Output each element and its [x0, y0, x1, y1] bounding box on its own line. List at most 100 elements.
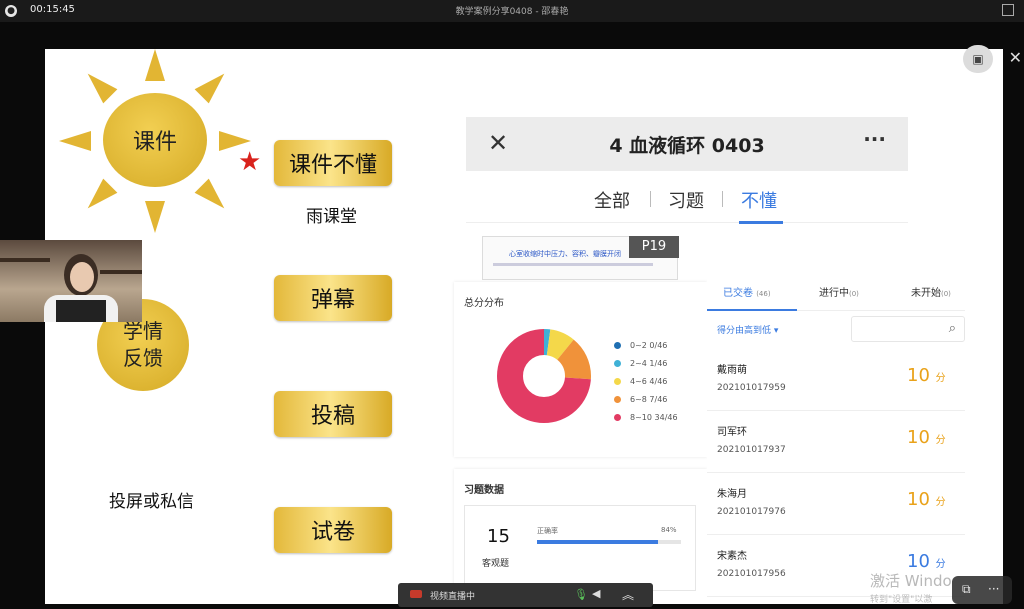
camera-icon[interactable]: [410, 590, 422, 598]
danmu-button[interactable]: 弹幕: [274, 275, 392, 321]
lesson-title: 4 血液循环 0403: [609, 135, 765, 157]
legend-label: 8~10 34/46: [630, 412, 678, 422]
student-row[interactable]: 司军环 202101017937 10 分: [707, 411, 965, 473]
legend-dot: [614, 341, 621, 349]
rain-classroom-label: 雨课堂: [306, 207, 357, 227]
student-name: 宋素杰: [717, 551, 747, 562]
score-distribution-card: 总分分布 0~2 0/46 2~4 1/46 4~6 4/46 6~8 7/46…: [454, 282, 707, 457]
sun-courseware: 课件: [53, 49, 257, 233]
close-icon[interactable]: ✕: [1009, 48, 1022, 67]
score-unit: 分: [935, 559, 946, 570]
student-id: 202101017959: [717, 383, 786, 393]
fullscreen-icon[interactable]: [1002, 4, 1014, 16]
exercise-title: 习题数据: [464, 485, 504, 496]
student-score: 10 分: [907, 365, 946, 386]
search-input[interactable]: ⌕: [851, 316, 965, 342]
student-score: 10 分: [907, 427, 946, 448]
meeting-top-bar: ● 00:15:45 教学案例分享0408 - 邵春艳: [0, 0, 1024, 22]
exam-button[interactable]: 试卷: [274, 507, 392, 553]
student-score: 10 分: [907, 489, 946, 510]
sun-ray: [145, 49, 165, 81]
sort-dropdown[interactable]: 得分由高到低 ▾: [717, 323, 778, 336]
cast-label: 投屏或私信: [109, 492, 194, 512]
tab-submitted[interactable]: 已交卷 (46): [723, 284, 771, 299]
tab-exercises[interactable]: 习题: [668, 187, 704, 213]
microphone-icon[interactable]: 🎙: [574, 588, 588, 601]
thumbnail-text: 心室收缩时中压力、容积、瓣膜开闭: [509, 250, 621, 258]
legend-item: 2~4 1/46: [614, 354, 678, 372]
student-id: 202101017937: [717, 445, 786, 455]
more-icon[interactable]: ···: [863, 127, 886, 151]
legend-dot: [614, 377, 621, 385]
student-score: 10 分: [907, 551, 946, 572]
accuracy-bar-fill: [537, 540, 658, 544]
legend-label: 0~2 0/46: [630, 340, 668, 350]
tab-label: 未开始: [911, 288, 941, 299]
thumbnail-line: [493, 263, 653, 266]
student-name: 戴雨萌: [717, 365, 747, 376]
student-list-panel: 已交卷 (46) 进行中(0) 未开始(0) 得分由高到低 ▾ ⌕ 戴雨萌 20…: [707, 271, 965, 604]
legend-label: 6~8 7/46: [630, 394, 668, 404]
phone-header: ✕ 4 血液循环 0403 ···: [466, 117, 908, 171]
bookshelf: [100, 270, 142, 274]
meeting-title: 教学案例分享0408 - 邵春艳: [455, 7, 569, 17]
legend-dot: [614, 413, 621, 421]
presenter-face: [70, 262, 94, 292]
tab-not-started[interactable]: 未开始(0): [911, 284, 951, 299]
score-value: 10: [907, 551, 930, 572]
sun-ray: [80, 178, 118, 216]
student-row[interactable]: 朱海月 202101017976 10 分: [707, 473, 965, 535]
bookshelf: [0, 258, 50, 262]
activation-watermark-sub: 转到"设置"以激: [870, 595, 933, 605]
presenter-webcam[interactable]: [0, 240, 142, 322]
star-icon: ★: [238, 147, 262, 177]
student-row[interactable]: 戴雨萌 202101017959 10 分: [707, 349, 965, 411]
courseware-question-button[interactable]: 课件不懂: [274, 140, 392, 186]
sun-label-line1: 学情: [123, 319, 163, 343]
legend-item: 0~2 0/46: [614, 336, 678, 354]
more-icon[interactable]: ···: [988, 582, 999, 596]
speaker-icon[interactable]: ◀: [592, 587, 600, 600]
submit-button[interactable]: 投稿: [274, 391, 392, 437]
filter-tabs: 全部 习题 不懂: [466, 177, 908, 223]
legend-label: 2~4 1/46: [630, 358, 668, 368]
presenter-vest: [56, 300, 106, 322]
live-status: 视频直播中: [430, 592, 476, 602]
tab-count: (46): [756, 290, 771, 298]
accuracy-label: 正确率: [537, 527, 558, 535]
tab-label: 已交卷: [723, 288, 753, 299]
score-unit: 分: [935, 373, 946, 384]
objective-count: 15: [487, 526, 510, 547]
tab-divider: [650, 191, 651, 207]
legend-item: 4~6 4/46: [614, 372, 678, 390]
presentation-slide: 课件 学情 反馈 ★ 课件不懂 雨课堂 弹幕 投稿 投屏或私信 试卷 ✕ 4 血…: [45, 49, 1003, 604]
student-id: 202101017976: [717, 507, 786, 517]
student-name: 朱海月: [717, 489, 747, 500]
student-name: 司军环: [717, 427, 747, 438]
screen-share-icon[interactable]: ⧉: [962, 582, 971, 597]
tab-not-understood[interactable]: 不懂: [741, 187, 777, 213]
tab-in-progress[interactable]: 进行中(0): [819, 284, 859, 299]
chart-legend: 0~2 0/46 2~4 1/46 4~6 4/46 6~8 7/46 8~10…: [614, 336, 678, 426]
exercise-stats[interactable]: 15 客观题 正确率 84%: [464, 505, 696, 591]
sun-ray: [80, 66, 118, 104]
accuracy-bar: [537, 540, 681, 544]
active-tab-indicator: [739, 221, 783, 224]
live-control-bar: 视频直播中 🎙 ◀ ︽: [398, 583, 653, 607]
score-value: 10: [907, 489, 930, 510]
legend-dot: [614, 395, 621, 403]
legend-item: 8~10 34/46: [614, 408, 678, 426]
objective-label: 客观题: [482, 559, 510, 569]
picture-in-picture-icon[interactable]: ▣: [963, 45, 993, 73]
tab-count: (0): [849, 290, 859, 298]
distribution-title: 总分分布: [464, 298, 504, 309]
sun-ray: [194, 178, 232, 216]
legend-label: 4~6 4/46: [630, 376, 668, 386]
accuracy-value: 84%: [661, 526, 677, 534]
tab-all[interactable]: 全部: [594, 187, 630, 213]
status-tabs: 已交卷 (46) 进行中(0) 未开始(0): [707, 271, 965, 311]
tab-label: 进行中: [819, 288, 849, 299]
score-unit: 分: [935, 497, 946, 508]
tab-count: (0): [941, 290, 951, 298]
chevron-up-icon[interactable]: ︽: [622, 586, 634, 603]
